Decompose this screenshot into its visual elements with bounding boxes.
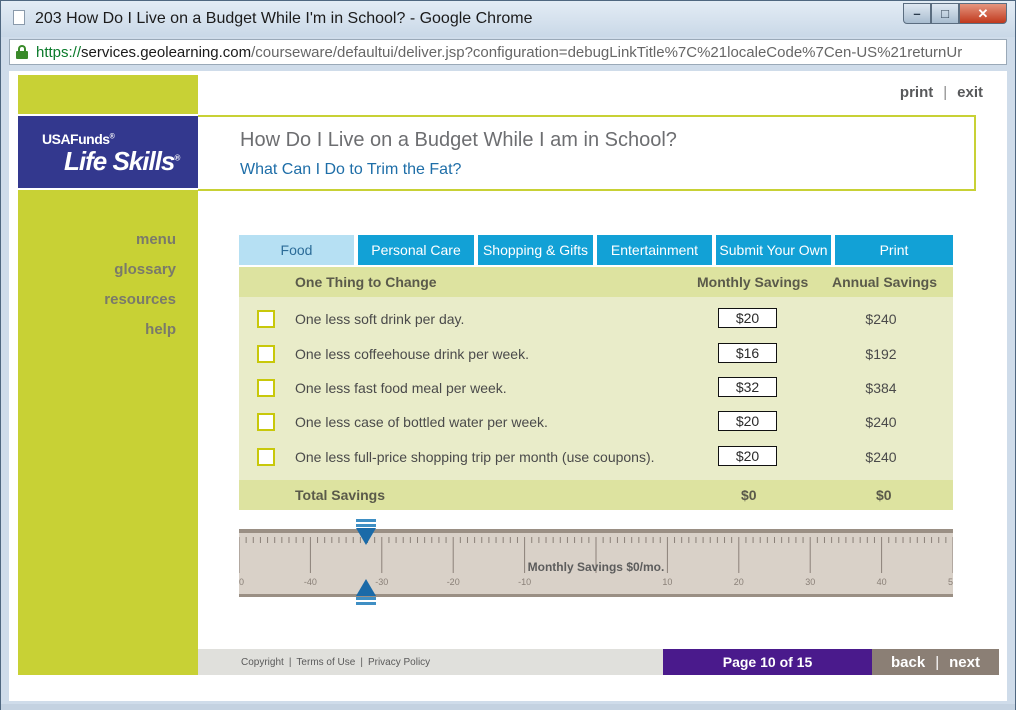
tab-submit-your-own[interactable]: Submit Your Own xyxy=(716,235,831,265)
window-bottom-edge xyxy=(1,704,1015,710)
print-link[interactable]: print xyxy=(900,84,933,101)
tab-personal-care[interactable]: Personal Care xyxy=(358,235,474,265)
maximize-button[interactable]: □ xyxy=(931,3,959,24)
table-total-row: Total Savings $0 $0 xyxy=(239,480,953,510)
row-label: One less case of bottled water per week. xyxy=(295,414,548,430)
url-text[interactable]: https://services.geolearning.com/coursew… xyxy=(36,44,1002,61)
lock-icon xyxy=(16,45,28,59)
annual-savings: $192 xyxy=(865,346,897,362)
monthly-savings-field[interactable]: $16 xyxy=(718,343,777,363)
table-row: One less fast food meal per week. $32 $3… xyxy=(239,371,953,405)
next-button[interactable]: next xyxy=(949,654,980,671)
nav-glossary[interactable]: glossary xyxy=(18,261,176,291)
tick-label: -30 xyxy=(375,577,388,587)
category-tabs: Food Personal Care Shopping & Gifts Ente… xyxy=(239,235,953,265)
savings-table: One Thing to Change Monthly Savings Annu… xyxy=(239,267,953,510)
col-header-change: One Thing to Change xyxy=(295,274,437,290)
url-host: services.geolearning.com xyxy=(81,44,252,61)
total-monthly: $0 xyxy=(741,487,757,503)
table-row: One less soft drink per day. $20 $240 xyxy=(239,302,953,336)
col-header-monthly: Monthly Savings xyxy=(697,274,809,290)
nav-help[interactable]: help xyxy=(18,321,176,351)
page-indicator: Page 10 of 15 xyxy=(663,649,872,675)
course-page: USAFunds® Life Skills® print | exit How … xyxy=(9,71,1007,701)
slider-top-handle-icon[interactable] xyxy=(356,519,376,545)
copyright-link[interactable]: Copyright xyxy=(241,657,284,668)
tick-label: -10 xyxy=(518,577,531,587)
annual-savings: $384 xyxy=(865,380,897,396)
nav-menu[interactable]: menu xyxy=(18,231,176,261)
footer: Copyright | Terms of Use | Privacy Policy xyxy=(198,649,663,675)
total-label: Total Savings xyxy=(295,487,385,503)
terms-link[interactable]: Terms of Use xyxy=(296,657,355,668)
page-title: How Do I Live on a Budget While I am in … xyxy=(240,129,677,151)
window-controls: – □ ✕ xyxy=(903,3,1007,24)
page-icon xyxy=(13,10,25,25)
url-scheme: https:// xyxy=(36,44,82,61)
url-path: /courseware/defaultui/deliver.jsp?config… xyxy=(251,44,963,61)
row-checkbox[interactable] xyxy=(257,345,275,363)
top-links: print | exit xyxy=(900,84,983,101)
tick-label: 40 xyxy=(877,577,887,587)
tick-label: -20 xyxy=(447,577,460,587)
header-box: How Do I Live on a Budget While I am in … xyxy=(198,115,976,191)
tab-food[interactable]: Food xyxy=(239,235,354,265)
row-checkbox[interactable] xyxy=(257,310,275,328)
monthly-savings-field[interactable]: $32 xyxy=(718,377,777,397)
row-label: One less fast food meal per week. xyxy=(295,380,507,396)
page-subtitle: What Can I Do to Trim the Fat? xyxy=(240,161,462,178)
monthly-savings-slider[interactable]: 0 -40 -30 -20 -10 10 20 30 40 5 Monthly Savings $… xyxy=(239,529,953,597)
table-header: One Thing to Change Monthly Savings Annu… xyxy=(239,267,953,297)
exit-link[interactable]: exit xyxy=(957,84,983,101)
annual-savings: $240 xyxy=(865,414,897,430)
close-button[interactable]: ✕ xyxy=(959,3,1007,24)
tab-shopping-gifts[interactable]: Shopping & Gifts xyxy=(478,235,593,265)
slider-bottom-handle-icon[interactable] xyxy=(356,579,376,605)
back-button[interactable]: back xyxy=(891,654,925,671)
monthly-savings-field[interactable]: $20 xyxy=(718,411,777,431)
usa-funds-life-skills-logo: USAFunds® Life Skills® xyxy=(18,114,198,190)
col-header-annual: Annual Savings xyxy=(832,274,938,290)
divider: | xyxy=(943,84,948,101)
table-row: One less case of bottled water per week.… xyxy=(239,405,953,439)
row-label: One less coffeehouse drink per week. xyxy=(295,346,529,362)
sidebar-nav: menu glossary resources help xyxy=(18,231,176,351)
tab-entertainment[interactable]: Entertainment xyxy=(597,235,712,265)
tick-label: 30 xyxy=(805,577,815,587)
table-row: One less full-price shopping trip per mo… xyxy=(239,440,953,474)
page-nav: back | next xyxy=(872,649,999,675)
annual-savings: $240 xyxy=(865,449,897,465)
tick-label: 5 xyxy=(948,577,953,587)
nav-resources[interactable]: resources xyxy=(18,291,176,321)
monthly-savings-field[interactable]: $20 xyxy=(718,446,777,466)
row-label: One less full-price shopping trip per mo… xyxy=(295,449,655,465)
minimize-button[interactable]: – xyxy=(903,3,931,24)
annual-savings: $240 xyxy=(865,311,897,327)
tick-label: 20 xyxy=(734,577,744,587)
privacy-link[interactable]: Privacy Policy xyxy=(368,657,430,668)
row-checkbox[interactable] xyxy=(257,413,275,431)
tick-label: 0 xyxy=(239,577,244,587)
tick-label: -40 xyxy=(304,577,317,587)
row-checkbox[interactable] xyxy=(257,448,275,466)
title-bar[interactable]: 203 How Do I Live on a Budget While I'm … xyxy=(1,1,1015,37)
table-row: One less coffeehouse drink per week. $16… xyxy=(239,337,953,371)
tab-print[interactable]: Print xyxy=(835,235,953,265)
address-bar[interactable]: https://services.geolearning.com/coursew… xyxy=(9,39,1007,65)
tick-label: 10 xyxy=(662,577,672,587)
row-checkbox[interactable] xyxy=(257,379,275,397)
window-title: 203 How Do I Live on a Budget While I'm … xyxy=(35,10,533,27)
browser-window: 203 How Do I Live on a Budget While I'm … xyxy=(0,0,1016,710)
row-label: One less soft drink per day. xyxy=(295,311,465,327)
monthly-savings-field[interactable]: $20 xyxy=(718,308,777,328)
total-annual: $0 xyxy=(876,487,892,503)
slider-label: Monthly Savings $0/mo. xyxy=(527,560,665,574)
